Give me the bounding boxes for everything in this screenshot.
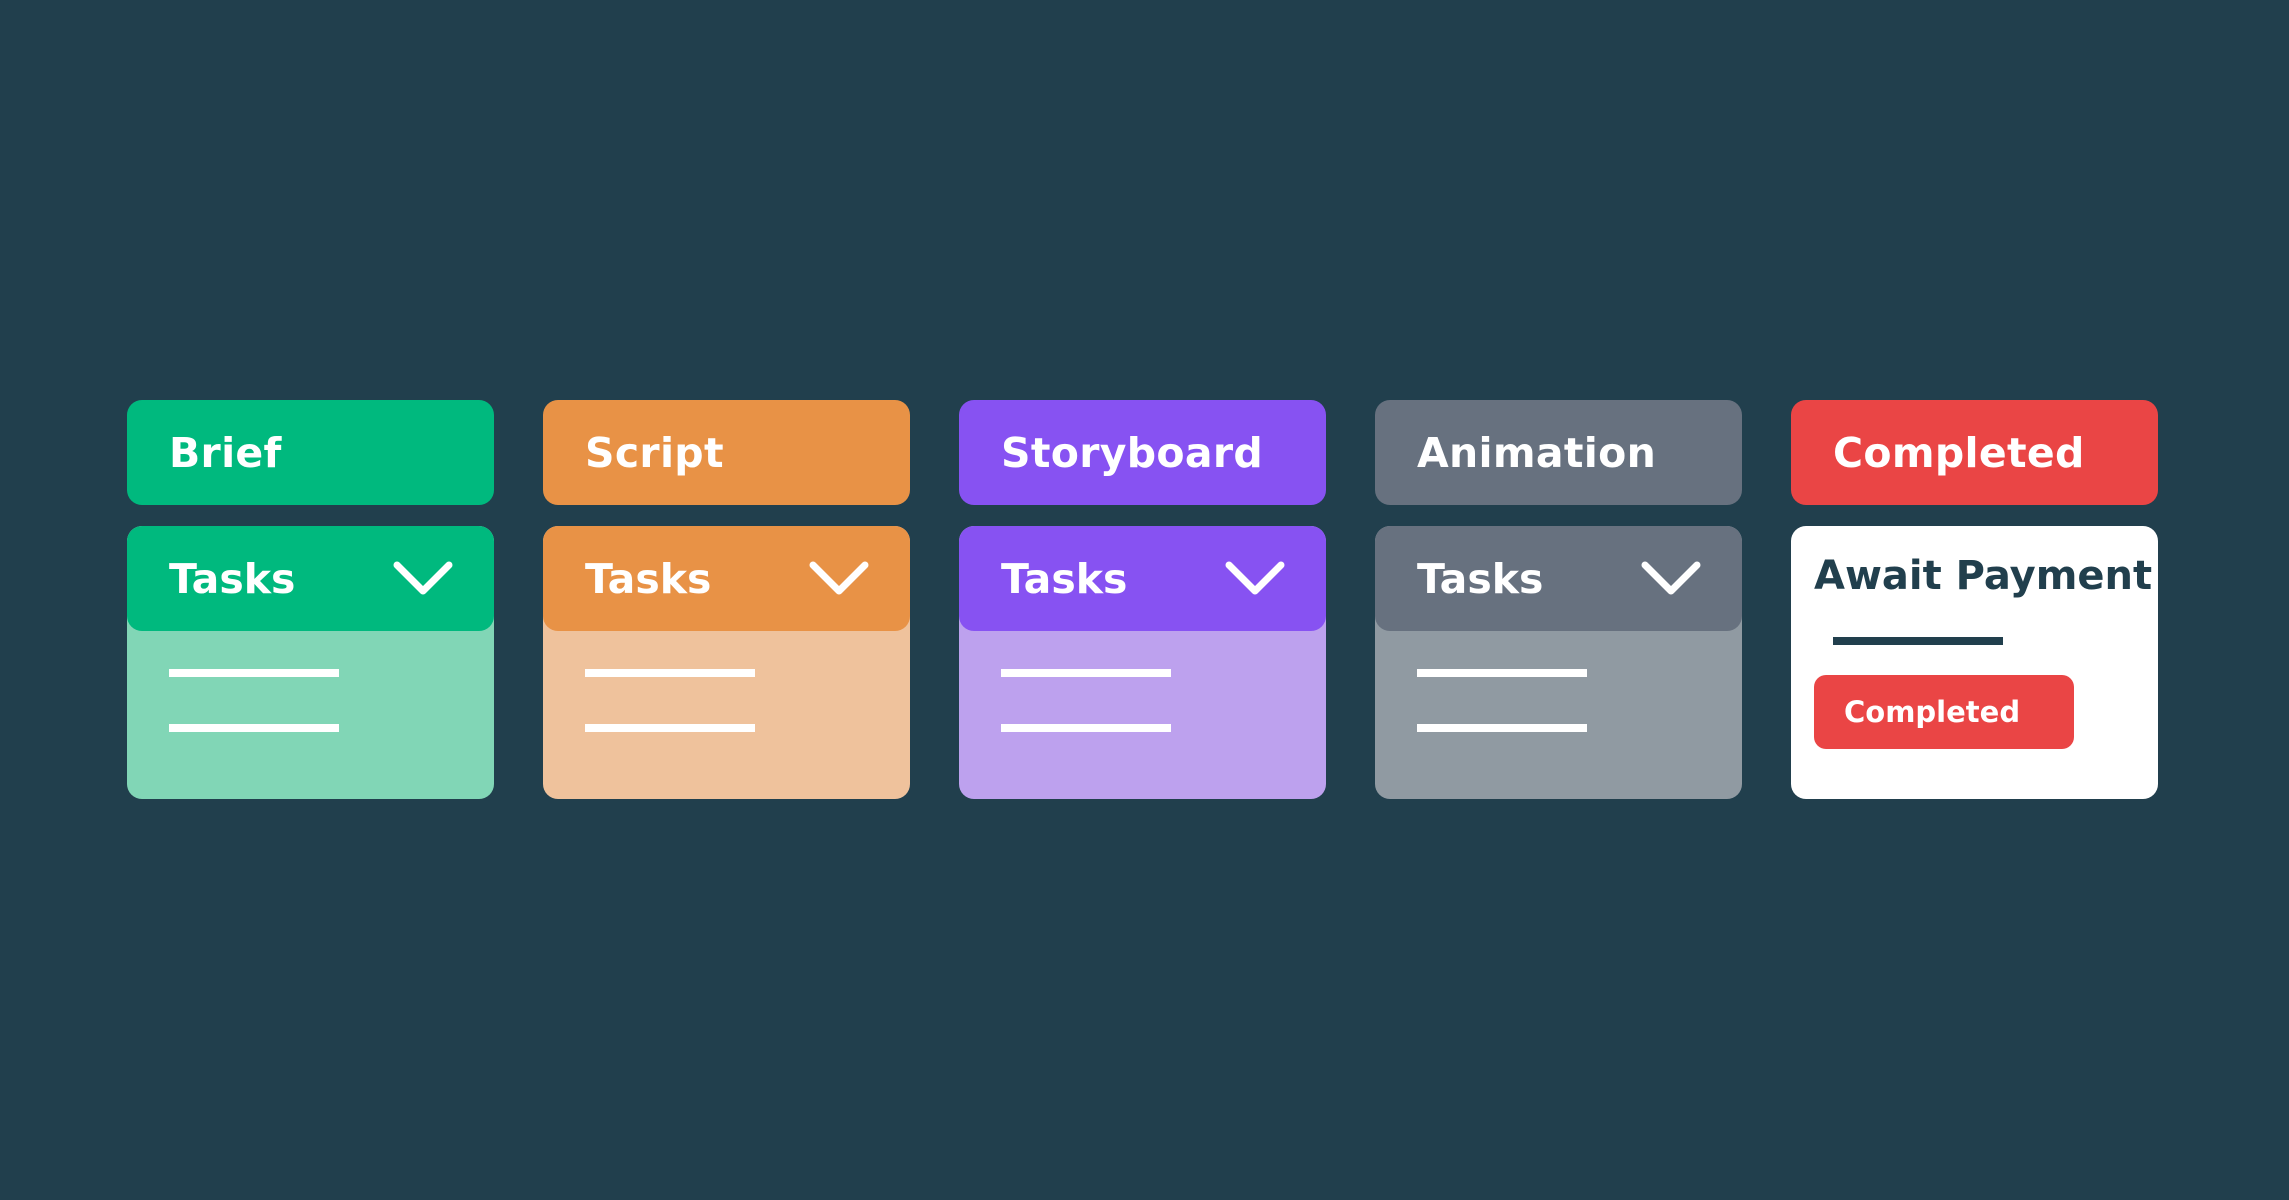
chevron-down-icon[interactable] [392, 558, 454, 600]
task-card-header[interactable]: Tasks [959, 526, 1326, 631]
placeholder-line [585, 669, 755, 677]
task-placeholder-lines [543, 631, 910, 732]
column-title: Completed [1833, 428, 2085, 477]
payment-card[interactable]: Await Payment Completed [1791, 526, 2158, 799]
completed-status-badge[interactable]: Completed [1814, 675, 2074, 749]
column-header-script[interactable]: Script [543, 400, 910, 505]
placeholder-line [169, 724, 339, 732]
column-title: Script [585, 428, 724, 477]
chevron-down-icon[interactable] [1640, 558, 1702, 600]
column-title: Animation [1417, 428, 1657, 477]
task-placeholder-lines [127, 631, 494, 732]
task-card[interactable]: Tasks [127, 526, 494, 799]
task-card[interactable]: Tasks [543, 526, 910, 799]
task-placeholder-lines [959, 631, 1326, 732]
task-card-header[interactable]: Tasks [543, 526, 910, 631]
column-brief: Brief Tasks [127, 400, 494, 799]
column-title: Brief [169, 428, 282, 477]
column-header-completed[interactable]: Completed [1791, 400, 2158, 505]
placeholder-line [1417, 724, 1587, 732]
column-completed: Completed Await Payment Completed [1791, 400, 2158, 799]
placeholder-line [1001, 724, 1171, 732]
chevron-down-icon[interactable] [1224, 558, 1286, 600]
task-placeholder-lines [1375, 631, 1742, 732]
task-card-header[interactable]: Tasks [1375, 526, 1742, 631]
placeholder-line [1001, 669, 1171, 677]
column-script: Script Tasks [543, 400, 910, 799]
task-card-label: Tasks [1417, 554, 1544, 603]
title-underline [1833, 637, 2003, 645]
column-header-animation[interactable]: Animation [1375, 400, 1742, 505]
task-card-label: Tasks [585, 554, 712, 603]
column-header-brief[interactable]: Brief [127, 400, 494, 505]
task-card[interactable]: Tasks [1375, 526, 1742, 799]
task-card-header[interactable]: Tasks [127, 526, 494, 631]
task-card-label: Tasks [1001, 554, 1128, 603]
placeholder-line [585, 724, 755, 732]
placeholder-line [1417, 669, 1587, 677]
column-title: Storyboard [1001, 428, 1263, 477]
kanban-board: Brief Tasks Script Tasks Storyboard Task… [127, 400, 2158, 799]
column-animation: Animation Tasks [1375, 400, 1742, 799]
status-badge-label: Completed [1844, 695, 2021, 729]
column-storyboard: Storyboard Tasks [959, 400, 1326, 799]
chevron-down-icon[interactable] [808, 558, 870, 600]
task-card[interactable]: Tasks [959, 526, 1326, 799]
column-header-storyboard[interactable]: Storyboard [959, 400, 1326, 505]
placeholder-line [169, 669, 339, 677]
payment-card-title: Await Payment [1814, 553, 2153, 599]
task-card-label: Tasks [169, 554, 296, 603]
